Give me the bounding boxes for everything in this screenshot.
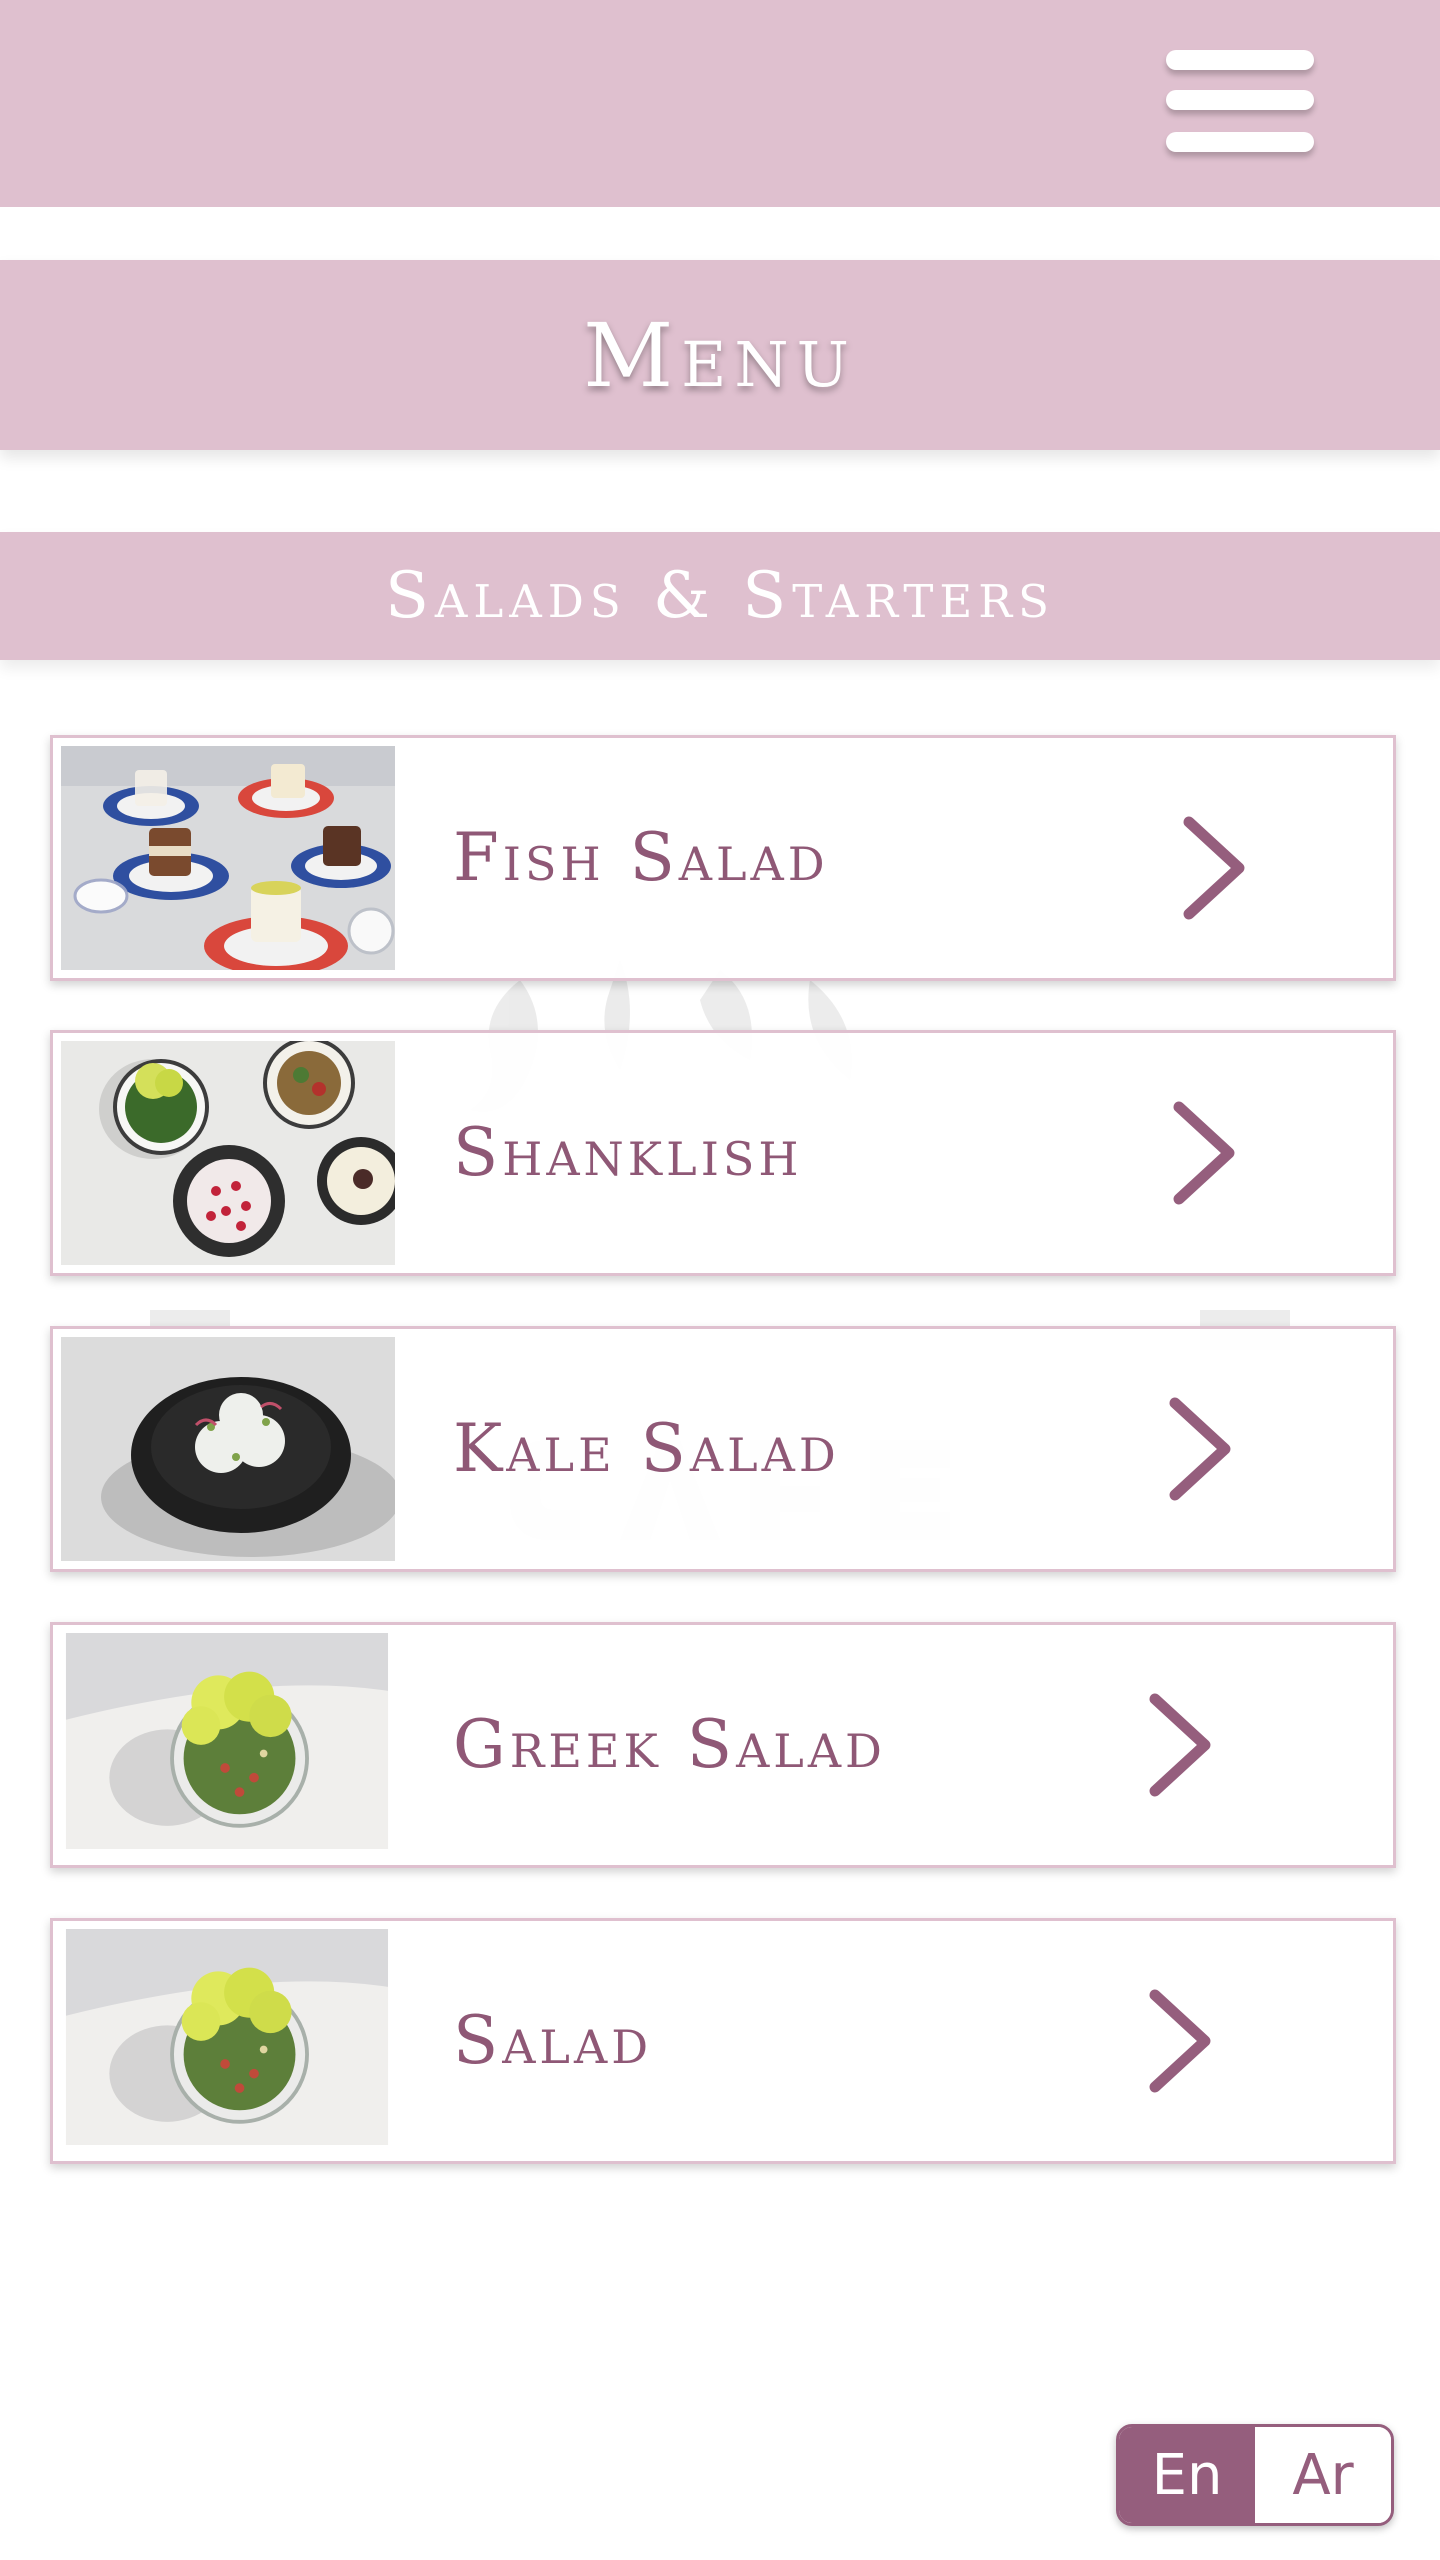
- chevron-right-icon[interactable]: [1165, 1101, 1245, 1205]
- item-photo: [65, 1929, 389, 2145]
- chevron-right-icon[interactable]: [1161, 1397, 1241, 1501]
- app-root: Menu Salads & Starters Fish Salad Shankl…: [0, 0, 1440, 2560]
- menu-title-banner: Menu: [0, 260, 1440, 450]
- item-photo: [65, 1633, 389, 1849]
- language-toggle: En Ar: [1116, 2424, 1394, 2526]
- menu-item-card[interactable]: Kale Salad: [50, 1326, 1396, 1572]
- menu-item-card[interactable]: Greek Salad: [50, 1622, 1396, 1868]
- chevron-right-icon[interactable]: [1141, 1693, 1221, 1797]
- item-name: Fish Salad: [453, 819, 829, 896]
- item-photo: [61, 746, 395, 970]
- chevron-right-icon[interactable]: [1141, 1989, 1221, 2093]
- desserts-jars-photo: [61, 746, 395, 970]
- language-ar-button[interactable]: Ar: [1255, 2427, 1391, 2523]
- hamburger-menu-button[interactable]: [1166, 50, 1314, 160]
- hamburger-line: [1166, 90, 1314, 110]
- menu-item-card[interactable]: Salad: [50, 1918, 1396, 2164]
- hamburger-line: [1166, 132, 1314, 152]
- item-photo: [61, 1041, 395, 1265]
- menu-item-card[interactable]: Shanklish: [50, 1030, 1396, 1276]
- tabbouleh-bowl-photo: [65, 1929, 389, 2145]
- page-title: Menu: [583, 303, 857, 407]
- mezze-plates-photo: [61, 1041, 395, 1265]
- item-name: Kale Salad: [453, 1410, 840, 1487]
- item-name: Greek Salad: [453, 1706, 886, 1783]
- tabbouleh-bowl-photo: [65, 1633, 389, 1849]
- chevron-right-icon[interactable]: [1175, 816, 1255, 920]
- section-title: Salads & Starters: [385, 559, 1055, 633]
- item-name: Shanklish: [453, 1114, 803, 1191]
- section-banner: Salads & Starters: [0, 532, 1440, 660]
- hamburger-line: [1166, 50, 1314, 70]
- menu-item-card[interactable]: Fish Salad: [50, 735, 1396, 981]
- black-bowl-photo: [61, 1337, 395, 1561]
- item-name: Salad: [453, 2002, 653, 2079]
- language-en-button[interactable]: En: [1119, 2427, 1255, 2523]
- item-photo: [61, 1337, 395, 1561]
- top-bar: [0, 0, 1440, 207]
